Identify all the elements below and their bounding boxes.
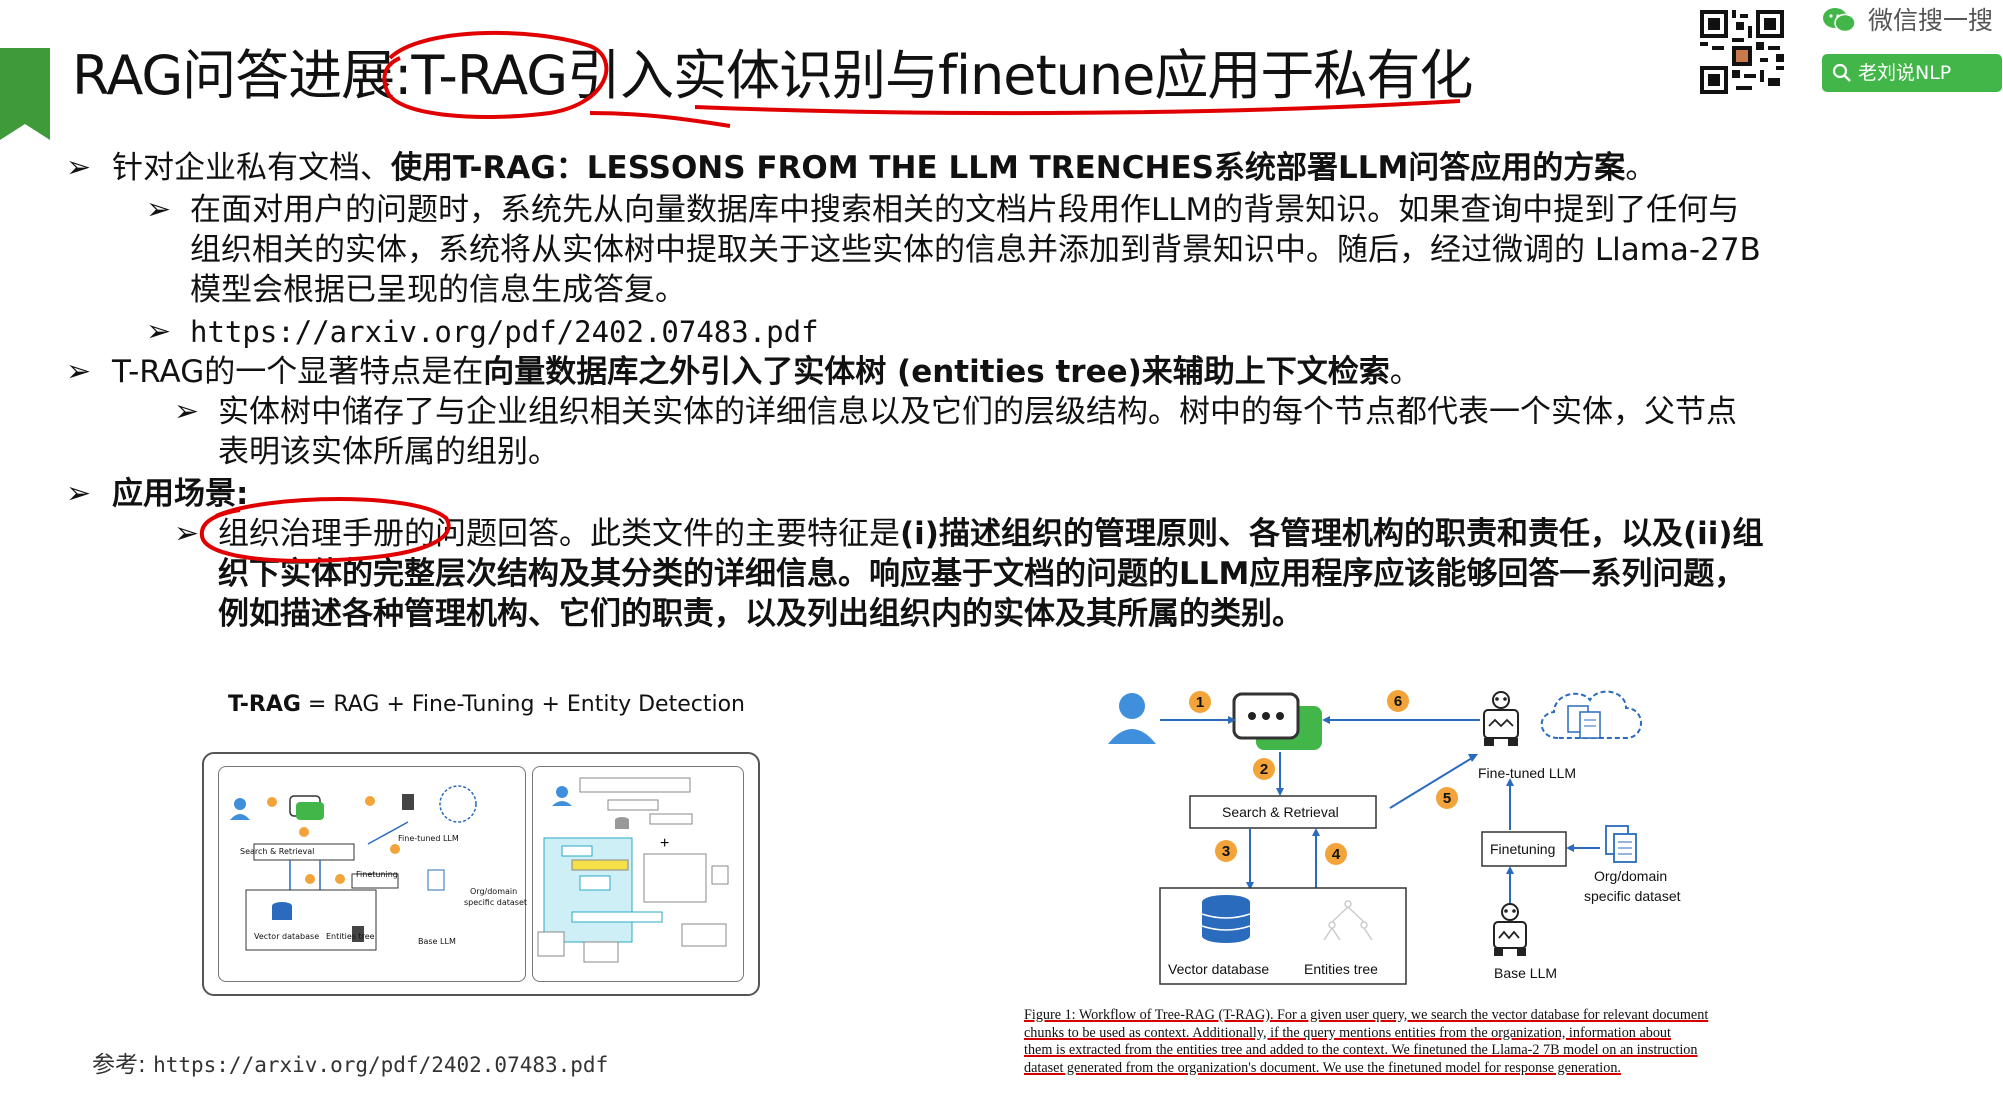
bullet-arrow-icon: ➢ [146,192,172,227]
tree-rag-workflow-diagram: 1 2 3 4 5 6 Search & Retrieval Fine-tune… [1108,690,1681,985]
bullet-1a-line-2: 组织相关的实体，系统将从实体树中提取关于这些实体的信息并添加到背景知识中。随后，… [190,232,1761,268]
finetuning-label: Finetuning [1490,841,1555,857]
caption-line-1: Figure 1: Workflow of Tree-RAG (T-RAG). … [1024,1007,1709,1023]
search-icon [1832,63,1851,82]
caption-line-4: dataset generated from the organization'… [1024,1059,1621,1076]
bullet-2a-line-2: 表明该实体所属的组别。 [218,434,559,470]
entities-tree-label: Entities tree [1304,961,1378,977]
wechat-icon [1823,8,1856,33]
bullet-arrow-icon: ➢ [174,394,200,429]
base-llm-label: Base LLM [1494,965,1557,981]
thumb-entities-label: Entities tree [326,932,375,941]
caption-line-2: chunks to be used as context. Additional… [1024,1024,1671,1041]
step-6-label: 6 [1394,693,1402,710]
bullet-arrow-icon: ➢ [146,314,172,349]
bullet-1a-line-3: 模型会根据已呈现的信息生成答复。 [190,272,686,308]
search-query-text: 老刘说NLP [1858,62,1952,84]
bullet-arrow-icon: ➢ [66,354,92,389]
search-retrieval-label: Search & Retrieval [1222,804,1339,820]
reference-link[interactable]: https://arxiv.org/pdf/2402.07483.pdf [153,1053,608,1077]
svg-text:+: + [660,835,669,852]
figure-caption: Figure 1: Workflow of Tree-RAG (T-RAG). … [1024,1007,1708,1077]
entity-tree-thumbnail-drawing: + [537,777,729,963]
bullet-arrow-icon: ➢ [66,150,92,185]
bullet-2-text: T-RAG的一个显著特点是在向量数据库之外引入了实体树 (entities tr… [112,354,1421,390]
thumb-org-label: Org/domain [470,887,518,896]
bullet-1-text: 针对企业私有文档、使用T-RAG：LESSONS FROM THE LLM TR… [112,150,1657,186]
step-4-label: 4 [1332,846,1341,863]
step-2-label: 2 [1260,761,1268,778]
red-annotation-underline [694,99,1461,116]
bullet-1a-line-1: 在面对用户的问题时，系统先从向量数据库中搜索相关的文档片段用作LLM的背景知识。… [190,192,1740,228]
thumb-search-label: Search & Retrieval [240,847,315,856]
step-3-label: 3 [1222,843,1230,860]
thumb-base-label: Base LLM [418,937,456,946]
reference: 参考: https://arxiv.org/pdf/2402.07483.pdf [92,1050,608,1080]
caption-line-3: them is extracted from the entities tree… [1024,1042,1698,1058]
bullet-arrow-icon: ➢ [66,476,92,511]
thumb-finetuning-label: Finetuning [356,870,398,879]
org-domain-label: Org/domain [1594,868,1667,884]
step-5-label: 5 [1443,790,1451,807]
finetuned-llm-label: Fine-tuned LLM [1478,765,1576,781]
thumb-org-label-2: specific dataset [464,898,528,907]
bullet-2a-line-1: 实体树中储存了与企业组织相关实体的详细信息以及它们的层级结构。树中的每个节点都代… [218,394,1737,430]
red-annotation-circle [199,497,451,563]
wechat-search-box[interactable]: 老刘说NLP [1822,54,2002,92]
vector-database-label: Vector database [1168,961,1269,977]
qr-code-icon [1700,10,1784,94]
paper-link[interactable]: https://arxiv.org/pdf/2402.07483.pdf [190,312,819,352]
slide-accent-tab [0,48,50,140]
specific-dataset-label: specific dataset [1584,888,1681,904]
red-annotation-circle [382,30,731,128]
reference-label: 参考: [92,1052,146,1078]
step-1-label: 1 [1196,694,1204,711]
wechat-search-label: 微信搜一搜 [1868,6,1994,35]
thumb-vector-label: Vector database [254,932,320,941]
thumb-finetuned-label: Fine-tuned LLM [398,834,459,843]
bullet-3a-line-3: 例如描述各种管理机构、它们的职责，以及列出组织内的实体及其所属的类别。 [218,596,1303,632]
left-figure-title: T-RAG = RAG + Fine-Tuning + Entity Detec… [228,692,745,717]
